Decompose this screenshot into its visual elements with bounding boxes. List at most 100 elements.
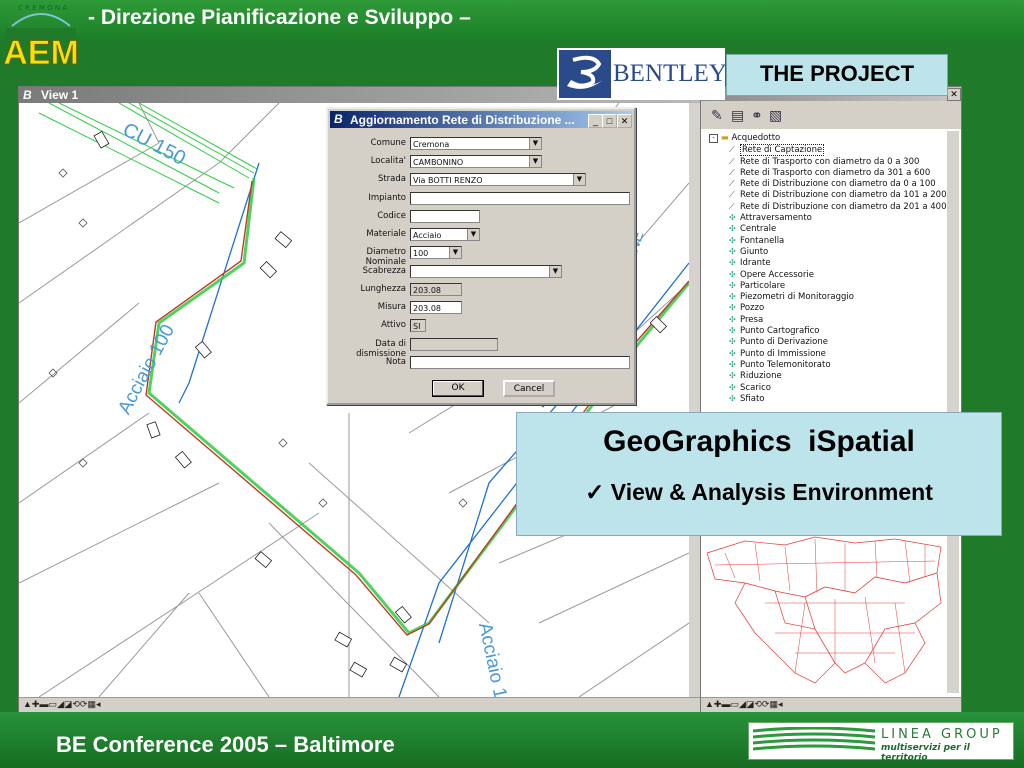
field-input-7[interactable]: ▼ (410, 265, 562, 278)
field-input-12[interactable] (410, 356, 630, 369)
tree-item-label: Centrale (740, 224, 777, 235)
database-icon[interactable]: ▤ (731, 107, 744, 124)
field-input-3[interactable] (410, 192, 630, 205)
tree-item[interactable]: ✣ Attraversamento (705, 212, 945, 223)
tree-item-label: Rete di Distribuzione con diametro da 10… (740, 190, 947, 201)
panel-control-icons[interactable]: ▲✚▬▭◢◪⟲⟳▦◂ (705, 699, 782, 710)
tree-item[interactable]: ⟋ Rete di Distribuzione con diametro da 2… (705, 201, 946, 212)
tree-item[interactable]: ✣ Piezometri di Monitoraggio (705, 291, 945, 302)
field-label-12: Nota (385, 357, 406, 367)
point-feature-icon: ✣ (729, 393, 736, 403)
feature-manager-panel[interactable]: ✕ ✎ ▤ ⚭ ▧ - ▬ Acquedotto ⟋ Rete di Captaz… (700, 86, 962, 712)
line-feature-icon: ⟋ (729, 201, 735, 211)
collapse-box-icon[interactable]: - (709, 134, 718, 143)
tree-item[interactable]: ✣ Punto di Derivazione (705, 336, 945, 347)
field-input-10[interactable]: SI (410, 319, 426, 332)
tree-item-label: Sfiato (740, 393, 765, 404)
municipality-map[interactable] (705, 533, 945, 693)
dropdown-arrow-icon[interactable]: ▼ (529, 156, 541, 167)
field-label-1: Localita' (370, 156, 406, 166)
close-button[interactable]: ✕ (617, 114, 632, 128)
minimize-button[interactable]: _ (588, 114, 603, 128)
field-value: Via BOTTI RENZO (413, 176, 483, 185)
ok-button[interactable]: OK (432, 380, 484, 397)
linea-group-logo: LINEA GROUP multiservizi per il territor… (748, 722, 1014, 763)
dropdown-arrow-icon[interactable]: ▼ (467, 229, 479, 240)
tree-item[interactable]: ✣ Sfiato (705, 393, 945, 404)
tree-root-acquedotto[interactable]: - ▬ Acquedotto (705, 133, 945, 144)
point-feature-icon: ✣ (729, 382, 736, 392)
callout-subtitle-text: View & Analysis Environment (610, 479, 933, 505)
tree-item[interactable]: ⟋ Rete di Trasporto con diametro da 301 a… (705, 167, 945, 178)
tree-item-label: Riduzione (740, 371, 782, 382)
view-title: View 1 (41, 88, 79, 102)
tree-item[interactable]: ✣ Centrale (705, 223, 945, 234)
field-input-5[interactable]: Acciaio ▼ (410, 228, 480, 241)
tree-item[interactable]: ✣ Punto Cartografico (705, 325, 945, 336)
point-feature-icon: ✣ (729, 326, 736, 336)
aem-logo: AEM (4, 13, 78, 72)
dropdown-arrow-icon[interactable]: ▼ (549, 266, 561, 277)
dialog-title: Aggiornamento Rete di Distribuzione ... (350, 113, 575, 127)
tree-item-label: Punto di Immissione (740, 348, 826, 359)
tree-item[interactable]: ⟋ Rete di Distribuzione con diametro da 0… (705, 178, 945, 189)
map-scrollbar[interactable] (947, 533, 959, 693)
field-input-2[interactable]: Via BOTTI RENZO ▼ (410, 173, 586, 186)
field-input-0[interactable]: Cremona ▼ (410, 137, 542, 150)
view-control-icons[interactable]: ▲✚▬▭◢◪⟲⟳▦◂ (23, 699, 100, 710)
tree-item[interactable]: ✣ Pozzo (705, 302, 945, 313)
bentley-b-icon (559, 50, 611, 98)
cancel-button[interactable]: Cancel (503, 380, 555, 397)
binoculars-icon[interactable]: ⚭ (751, 107, 763, 124)
tree-item-label: Idrante (740, 258, 771, 269)
tree-item[interactable]: ⟋ Rete di Trasporto con diametro da 0 a 3… (705, 156, 945, 167)
map-label-cu: CU 150 (119, 119, 189, 170)
document-icon[interactable]: ▧ (769, 107, 782, 124)
callout-subtitle: ✓ View & Analysis Environment (517, 479, 1001, 506)
tree-item-label: Rete di Trasporto con diametro da 301 a … (740, 167, 931, 178)
tree-item[interactable]: ✣ Punto Telemonitorato (705, 359, 945, 370)
tree-item[interactable]: ⟋ Rete di Distribuzione con diametro da 1… (705, 189, 947, 201)
map-label-acciaio15: Acciaio 15 (474, 621, 513, 697)
field-value: Acciaio (413, 231, 442, 240)
maximize-button[interactable]: □ (602, 114, 617, 128)
field-label-0: Comune (370, 138, 406, 148)
tree-item[interactable]: ✣ Giunto (705, 246, 945, 257)
update-network-dialog[interactable]: B Aggiornamento Rete di Distribuzione ..… (326, 107, 636, 405)
field-label-6: Diametro Nominale (365, 247, 406, 267)
bentley-wordmark: BENTLEY (613, 60, 727, 87)
dropdown-arrow-icon[interactable]: ▼ (449, 247, 461, 258)
field-value: CAMBONINO (413, 158, 464, 167)
dialog-titlebar[interactable]: B Aggiornamento Rete di Distribuzione ..… (330, 111, 632, 128)
panel-statusbar[interactable]: ▲✚▬▭◢◪⟲⟳▦◂ (701, 697, 961, 712)
tree-item[interactable]: ✣ Fontanella (705, 235, 945, 246)
field-input-9[interactable]: 203.08 (410, 301, 462, 314)
field-input-6[interactable]: 100 ▼ (410, 246, 462, 259)
callout-title: GeoGraphics iSpatial (603, 425, 915, 458)
tree-item[interactable]: ✣ Particolare (705, 280, 945, 291)
field-input-4[interactable] (410, 210, 480, 223)
point-feature-icon: ✣ (729, 371, 736, 381)
tree-item-label: Particolare (740, 280, 786, 291)
pencil-icon[interactable]: ✎ (711, 107, 723, 124)
tree-item[interactable]: ✣ Idrante (705, 257, 945, 268)
tree-item-label: Punto di Derivazione (740, 337, 828, 348)
field-input-1[interactable]: CAMBONINO ▼ (410, 155, 542, 168)
tree-item[interactable]: ✣ Presa (705, 314, 945, 325)
panel-close-icon[interactable]: ✕ (947, 88, 961, 101)
dropdown-arrow-icon[interactable]: ▼ (529, 138, 541, 149)
tree-item[interactable]: ✣ Punto di Immissione (705, 348, 945, 359)
line-feature-icon: ⟋ (729, 179, 735, 189)
field-input-8[interactable]: 203.08 (410, 283, 462, 296)
tree-item-label: Presa (740, 314, 764, 325)
dropdown-arrow-icon[interactable]: ▼ (573, 174, 585, 185)
point-feature-icon: ✣ (729, 280, 736, 290)
view-statusbar[interactable]: ▲✚▬▭◢◪⟲⟳▦◂ (19, 697, 701, 712)
field-input-11[interactable] (410, 338, 498, 351)
tree-item[interactable]: ✣ Opere Accessorie (705, 269, 945, 280)
field-label-8: Lunghezza (360, 284, 406, 294)
tree-item[interactable]: ✣ Scarico (705, 382, 945, 393)
tree-item[interactable]: ✣ Riduzione (705, 370, 945, 381)
tree-item[interactable]: ⟋ Rete di Captazione (705, 144, 945, 157)
field-label-5: Materiale (366, 229, 406, 239)
